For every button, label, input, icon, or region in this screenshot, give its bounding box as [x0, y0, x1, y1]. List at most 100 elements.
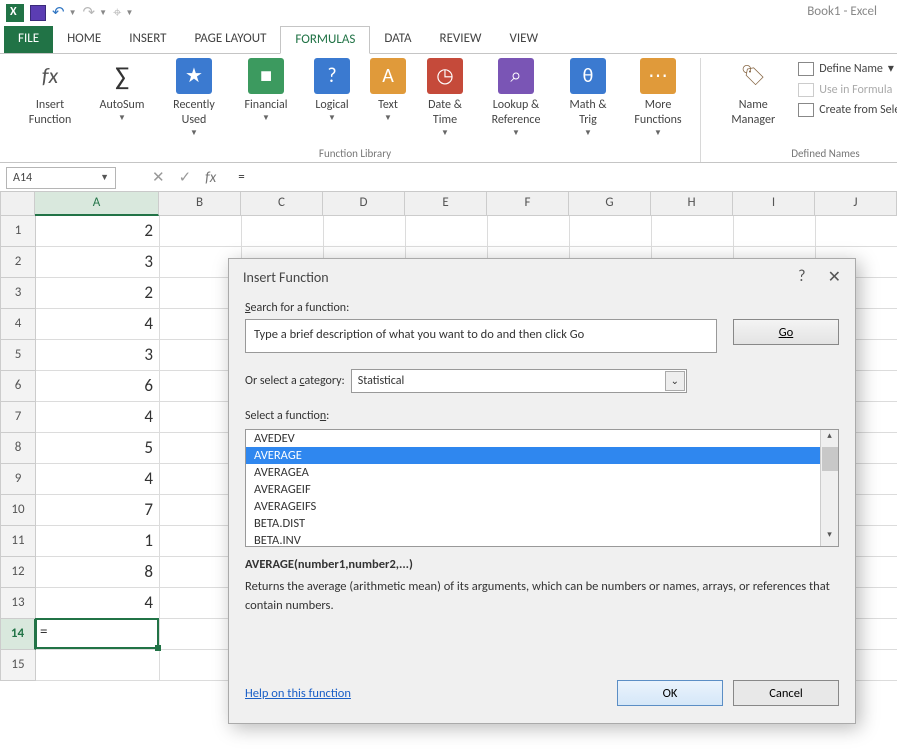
cell[interactable]: 2	[36, 216, 160, 247]
column-header[interactable]: C	[241, 192, 323, 216]
function-list-item[interactable]: BETA.DIST	[246, 515, 838, 532]
column-header[interactable]: H	[651, 192, 733, 216]
cell[interactable]: 3	[36, 247, 160, 278]
cell[interactable]: 4	[36, 464, 160, 495]
tab-data[interactable]: DATA	[370, 26, 425, 54]
create-from-selection-button[interactable]: Create from Selection	[795, 102, 897, 118]
row-header[interactable]: 15	[0, 650, 36, 681]
row-header[interactable]: 12	[0, 557, 36, 588]
column-header[interactable]: J	[815, 192, 897, 216]
scroll-down-icon[interactable]: ▾	[821, 529, 838, 546]
column-header[interactable]: G	[569, 192, 651, 216]
go-button[interactable]: Go	[733, 319, 839, 345]
dialog-titlebar[interactable]: Insert Function ? ✕	[229, 259, 855, 295]
chevron-down-icon[interactable]: ⌄	[665, 371, 685, 391]
define-name-button[interactable]: Define Name ▾	[795, 60, 897, 77]
cell[interactable]	[570, 216, 652, 247]
enter-entry-icon[interactable]: ✓	[179, 168, 192, 187]
ok-button[interactable]: OK	[617, 680, 723, 706]
recently-used-button[interactable]: ★ Recently Used▼	[164, 58, 224, 138]
cancel-entry-icon[interactable]: ✕	[152, 168, 165, 187]
cell[interactable]: 8	[36, 557, 160, 588]
scroll-thumb[interactable]	[822, 447, 838, 471]
function-list-item[interactable]: AVERAGEIF	[246, 481, 838, 498]
function-list-item[interactable]: AVERAGEIFS	[246, 498, 838, 515]
row-header[interactable]: 2	[0, 247, 36, 278]
insert-function-button[interactable]: fx Insert Function	[20, 58, 80, 128]
name-manager-button[interactable]: 🏷 Name Manager	[723, 58, 783, 128]
row-header[interactable]: 3	[0, 278, 36, 309]
cell[interactable]: 2	[36, 278, 160, 309]
cell[interactable]: 4	[36, 309, 160, 340]
autosum-button[interactable]: ∑ AutoSum ▼	[92, 58, 152, 123]
row-header[interactable]: 5	[0, 340, 36, 371]
row-header[interactable]: 13	[0, 588, 36, 619]
column-header[interactable]: D	[323, 192, 405, 216]
scrollbar[interactable]: ▴ ▾	[820, 430, 838, 546]
row-header[interactable]: 7	[0, 402, 36, 433]
cell[interactable]: 5	[36, 433, 160, 464]
tab-insert[interactable]: INSERT	[115, 26, 180, 54]
math-trig-button[interactable]: θ Math & Trig▼	[562, 58, 614, 138]
help-icon[interactable]: ?	[798, 267, 805, 287]
row-header[interactable]: 6	[0, 371, 36, 402]
column-header[interactable]: F	[487, 192, 569, 216]
financial-button[interactable]: ■ Financial ▼	[236, 58, 296, 123]
row-header[interactable]: 10	[0, 495, 36, 526]
tab-file[interactable]: FILE	[4, 26, 53, 54]
column-header[interactable]: B	[159, 192, 241, 216]
cell[interactable]: 7	[36, 495, 160, 526]
cell[interactable]: 4	[36, 402, 160, 433]
cell[interactable]	[816, 216, 897, 247]
category-select[interactable]: Statistical ⌄	[351, 369, 687, 393]
function-list-item[interactable]: AVEDEV	[246, 430, 838, 447]
logical-button[interactable]: ? Logical ▼	[308, 58, 356, 123]
cell[interactable]	[488, 216, 570, 247]
cell[interactable]	[324, 216, 406, 247]
cell[interactable]	[36, 650, 160, 681]
select-all-corner[interactable]	[0, 192, 35, 216]
cell[interactable]: 1	[36, 526, 160, 557]
tab-page-layout[interactable]: PAGE LAYOUT	[181, 26, 281, 54]
row-header[interactable]: 14	[0, 619, 36, 650]
close-icon[interactable]: ✕	[828, 267, 841, 287]
cell[interactable]: 6	[36, 371, 160, 402]
tab-home[interactable]: HOME	[53, 26, 115, 54]
text-button[interactable]: A Text ▼	[368, 58, 408, 123]
row-header[interactable]: 1	[0, 216, 36, 247]
tab-formulas[interactable]: FORMULAS	[280, 26, 370, 54]
function-list-item[interactable]: BETA.INV	[246, 532, 838, 547]
row-header[interactable]: 8	[0, 433, 36, 464]
cell[interactable]	[406, 216, 488, 247]
cancel-button[interactable]: Cancel	[733, 680, 839, 706]
chevron-down-icon[interactable]: ▼	[100, 172, 109, 183]
tab-review[interactable]: REVIEW	[426, 26, 496, 54]
lookup-reference-button[interactable]: ⌕ Lookup & Reference▼	[482, 58, 550, 138]
tab-view[interactable]: VIEW	[496, 26, 553, 54]
column-header[interactable]: E	[405, 192, 487, 216]
date-time-button[interactable]: ◷ Date & Time▼	[420, 58, 470, 138]
cell[interactable]: 3	[36, 340, 160, 371]
formula-input[interactable]: =	[238, 170, 244, 185]
cell[interactable]	[734, 216, 816, 247]
function-list-item[interactable]: AVERAGEA	[246, 464, 838, 481]
cell[interactable]	[242, 216, 324, 247]
cell[interactable]	[652, 216, 734, 247]
use-in-formula-button[interactable]: Use in Formula ▾	[795, 81, 897, 98]
name-box[interactable]: A14 ▼	[6, 167, 116, 189]
function-list-item[interactable]: AVERAGE	[246, 447, 838, 464]
cell[interactable]	[160, 216, 242, 247]
column-header[interactable]: I	[733, 192, 815, 216]
function-list[interactable]: AVEDEVAVERAGEAVERAGEAAVERAGEIFAVERAGEIFS…	[245, 429, 839, 547]
row-header[interactable]: 9	[0, 464, 36, 495]
scroll-up-icon[interactable]: ▴	[821, 430, 838, 447]
column-header[interactable]: A	[35, 192, 159, 216]
cell[interactable]: =	[36, 619, 160, 650]
more-functions-button[interactable]: ⋯ More Functions▼	[626, 58, 690, 138]
row-header[interactable]: 4	[0, 309, 36, 340]
help-on-function-link[interactable]: Help on this function	[245, 686, 351, 701]
function-search-input[interactable]: Type a brief description of what you wan…	[245, 319, 717, 353]
row-header[interactable]: 11	[0, 526, 36, 557]
fx-icon[interactable]: fx	[205, 169, 216, 187]
cell[interactable]: 4	[36, 588, 160, 619]
